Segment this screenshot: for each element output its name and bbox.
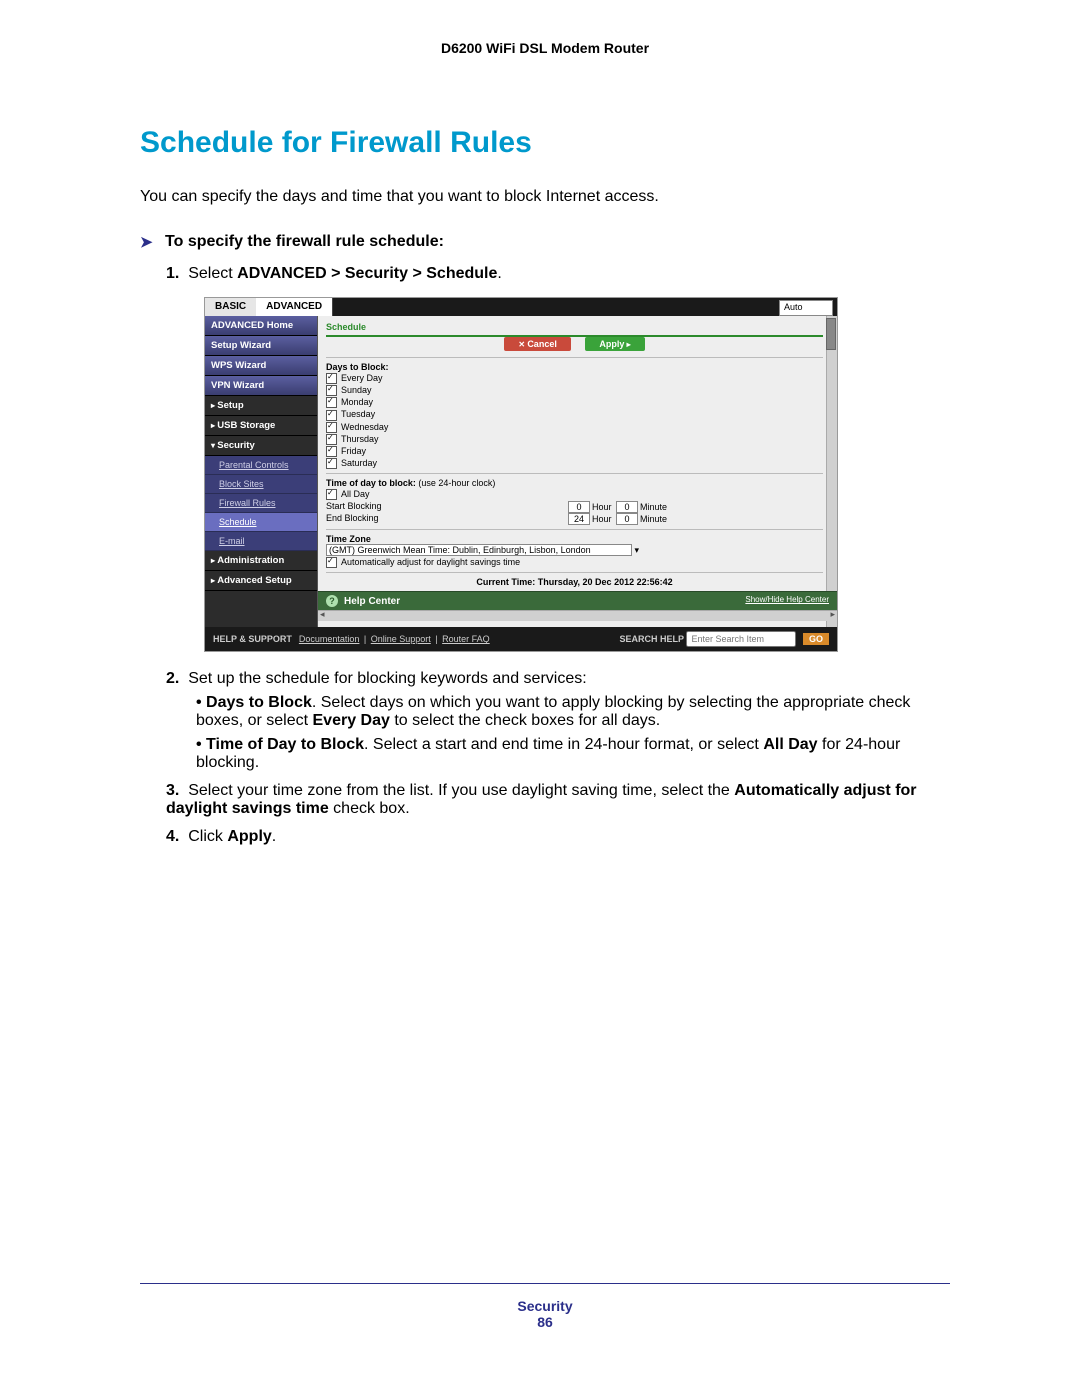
- timezone-select[interactable]: (GMT) Greenwich Mean Time: Dublin, Edinb…: [326, 544, 632, 556]
- start-minute-input[interactable]: 0: [616, 501, 638, 513]
- nav-schedule[interactable]: Schedule: [205, 513, 317, 532]
- nav-email[interactable]: E-mail: [205, 532, 317, 551]
- end-minute-input[interactable]: 0: [616, 513, 638, 525]
- link-online-support[interactable]: Online Support: [371, 634, 431, 644]
- apply-button[interactable]: Apply: [585, 337, 644, 351]
- time-of-day-heading: Time of day to block:: [326, 478, 416, 488]
- bullet-time: Time of Day to Block. Select a start and…: [196, 736, 950, 772]
- cancel-button[interactable]: Cancel: [504, 337, 570, 351]
- section-title: Schedule for Firewall Rules: [140, 126, 950, 160]
- current-time: Current Time: Thursday, 20 Dec 2012 22:5…: [326, 577, 823, 587]
- nav-advanced-setup[interactable]: Advanced Setup: [205, 571, 317, 591]
- checkbox-monday[interactable]: [326, 397, 337, 408]
- help-center-bar[interactable]: ?Help Center Show/Hide Help Center: [318, 591, 837, 610]
- nav-security[interactable]: Security: [205, 436, 317, 456]
- step-4: 4. Click Apply.: [166, 828, 950, 846]
- time-zone-heading: Time Zone: [326, 534, 823, 544]
- help-icon: ?: [326, 595, 338, 607]
- days-to-block-heading: Days to Block:: [326, 362, 823, 372]
- nav-firewall-rules[interactable]: Firewall Rules: [205, 494, 317, 513]
- checkbox-sunday[interactable]: [326, 385, 337, 396]
- nav-usb-storage[interactable]: USB Storage: [205, 416, 317, 436]
- side-nav: ADVANCED Home Setup Wizard WPS Wizard VP…: [205, 316, 318, 627]
- manual-header: D6200 WiFi DSL Modem Router: [140, 40, 950, 56]
- bullet-days: Days to Block. Select days on which you …: [196, 694, 950, 730]
- checkbox-friday[interactable]: [326, 446, 337, 457]
- right-arrow-icon: ➤: [140, 233, 153, 251]
- link-documentation[interactable]: Documentation: [299, 634, 360, 644]
- nav-setup[interactable]: Setup: [205, 396, 317, 416]
- refresh-select[interactable]: Auto: [779, 300, 833, 316]
- tab-advanced[interactable]: ADVANCED: [256, 298, 332, 316]
- nav-vpn-wizard[interactable]: VPN Wizard: [205, 376, 317, 396]
- end-blocking-label: End Blocking: [326, 513, 566, 525]
- intro-text: You can specify the days and time that y…: [140, 188, 950, 206]
- panel-title: Schedule: [326, 322, 823, 337]
- checkbox-all-day[interactable]: [326, 489, 337, 500]
- checkbox-wednesday[interactable]: [326, 422, 337, 433]
- end-hour-input[interactable]: 24: [568, 513, 590, 525]
- search-help-input[interactable]: [686, 631, 796, 647]
- nav-administration[interactable]: Administration: [205, 551, 317, 571]
- step-2: 2. Set up the schedule for blocking keyw…: [166, 670, 950, 772]
- checkbox-saturday[interactable]: [326, 458, 337, 469]
- start-hour-input[interactable]: 0: [568, 501, 590, 513]
- link-router-faq[interactable]: Router FAQ: [442, 634, 490, 644]
- footer-page-number: 86: [140, 1314, 950, 1330]
- router-ui-screenshot: BASIC ADVANCED Auto ADVANCED Home Setup …: [204, 297, 838, 652]
- search-go-button[interactable]: GO: [803, 633, 829, 645]
- checkbox-tuesday[interactable]: [326, 410, 337, 421]
- step-1: 1. Select ADVANCED > Security > Schedule…: [166, 265, 950, 652]
- nav-advanced-home[interactable]: ADVANCED Home: [205, 316, 317, 336]
- start-blocking-label: Start Blocking: [326, 501, 566, 513]
- footer-section: Security: [140, 1298, 950, 1314]
- task-heading: ➤ To specify the firewall rule schedule:: [140, 232, 950, 251]
- vertical-scrollbar[interactable]: [826, 316, 837, 627]
- tab-basic[interactable]: BASIC: [205, 298, 256, 316]
- search-help-label: SEARCH HELP: [619, 634, 684, 644]
- toggle-help-link[interactable]: Show/Hide Help Center: [745, 595, 829, 604]
- nav-setup-wizard[interactable]: Setup Wizard: [205, 336, 317, 356]
- nav-wps-wizard[interactable]: WPS Wizard: [205, 356, 317, 376]
- page-footer: Security 86: [140, 1283, 950, 1330]
- horizontal-scrollbar[interactable]: [318, 610, 837, 621]
- checkbox-dst[interactable]: [326, 557, 337, 568]
- nav-parental-controls[interactable]: Parental Controls: [205, 456, 317, 475]
- checkbox-every-day[interactable]: [326, 373, 337, 384]
- task-heading-text: To specify the firewall rule schedule:: [165, 233, 444, 250]
- checkbox-thursday[interactable]: [326, 434, 337, 445]
- nav-block-sites[interactable]: Block Sites: [205, 475, 317, 494]
- step-3: 3. Select your time zone from the list. …: [166, 782, 950, 818]
